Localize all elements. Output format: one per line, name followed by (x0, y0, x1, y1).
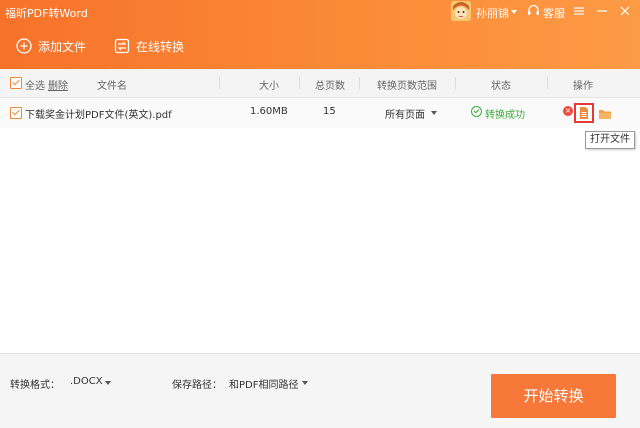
column-pages: 总页数 (315, 81, 345, 92)
delete-icon[interactable]: × (563, 106, 573, 116)
table-row[interactable]: 下载奖金计划PDF文件(英文).pdf 1.60MB 15 所有页面 转换成功 … (0, 98, 640, 128)
column-divider (299, 77, 300, 89)
folder-icon[interactable] (598, 108, 612, 123)
online-convert-label: 在线转换 (136, 39, 185, 54)
column-filename: 文件名 (97, 81, 127, 92)
file-name: 下载奖金计划PDF文件(英文).pdf (25, 110, 172, 121)
convert-icon (114, 38, 130, 54)
delete-all-link[interactable]: 删除 (48, 77, 68, 92)
file-pages: 15 (323, 106, 336, 117)
minimize-icon[interactable] (595, 4, 609, 18)
start-convert-button[interactable]: 开始转换 (491, 374, 616, 418)
app-title: 福昕PDF转Word (5, 7, 88, 20)
open-file-tooltip: 打开文件 (585, 131, 635, 149)
save-path-select[interactable]: 和PDF相同路径 (229, 376, 298, 391)
username[interactable]: 孙丽锦 (476, 5, 509, 21)
column-actions: 操作 (573, 81, 593, 92)
select-all-label[interactable]: 全选 (25, 77, 45, 92)
select-all-checkbox[interactable] (10, 77, 22, 89)
support-label[interactable]: 客服 (543, 5, 565, 21)
add-file-button[interactable]: 添加文件 (16, 37, 86, 55)
chevron-down-icon[interactable] (105, 381, 111, 385)
chevron-down-icon[interactable] (302, 381, 308, 385)
headset-icon[interactable] (527, 4, 540, 20)
page-range-select[interactable]: 所有页面 (385, 106, 425, 121)
column-page-range: 转换页数范围 (377, 81, 437, 92)
document-icon (580, 107, 588, 119)
column-divider (359, 77, 360, 89)
save-path-label: 保存路径： (172, 380, 222, 391)
online-convert-button[interactable]: 在线转换 (114, 37, 184, 55)
open-file-button[interactable] (574, 103, 594, 123)
file-size: 1.60MB (250, 106, 288, 117)
format-label: 转换格式： (10, 380, 60, 391)
row-checkbox[interactable] (10, 107, 22, 119)
check-circle-icon (471, 106, 482, 117)
status-text: 转换成功 (485, 110, 525, 121)
column-divider (547, 77, 548, 89)
column-size: 大小 (259, 81, 279, 92)
add-file-label: 添加文件 (38, 39, 87, 54)
column-status: 状态 (491, 81, 511, 92)
chevron-down-icon[interactable] (511, 10, 517, 14)
format-select[interactable]: .DOCX (70, 376, 103, 387)
menu-icon[interactable] (572, 4, 586, 18)
title-bar: 福昕PDF转Word 孙丽锦 客服 添加文件 在线转换 (0, 0, 640, 69)
chevron-down-icon[interactable] (431, 111, 437, 115)
file-list-header: 全选 删除 文件名 大小 总页数 转换页数范围 状态 操作 (0, 69, 640, 98)
column-divider (455, 77, 456, 89)
plus-circle-icon (16, 38, 32, 54)
user-avatar[interactable] (451, 1, 471, 21)
column-divider (219, 77, 220, 89)
close-icon[interactable] (618, 4, 632, 18)
footer-bar: 转换格式： .DOCX 保存路径： 和PDF相同路径 开始转换 (0, 353, 640, 428)
